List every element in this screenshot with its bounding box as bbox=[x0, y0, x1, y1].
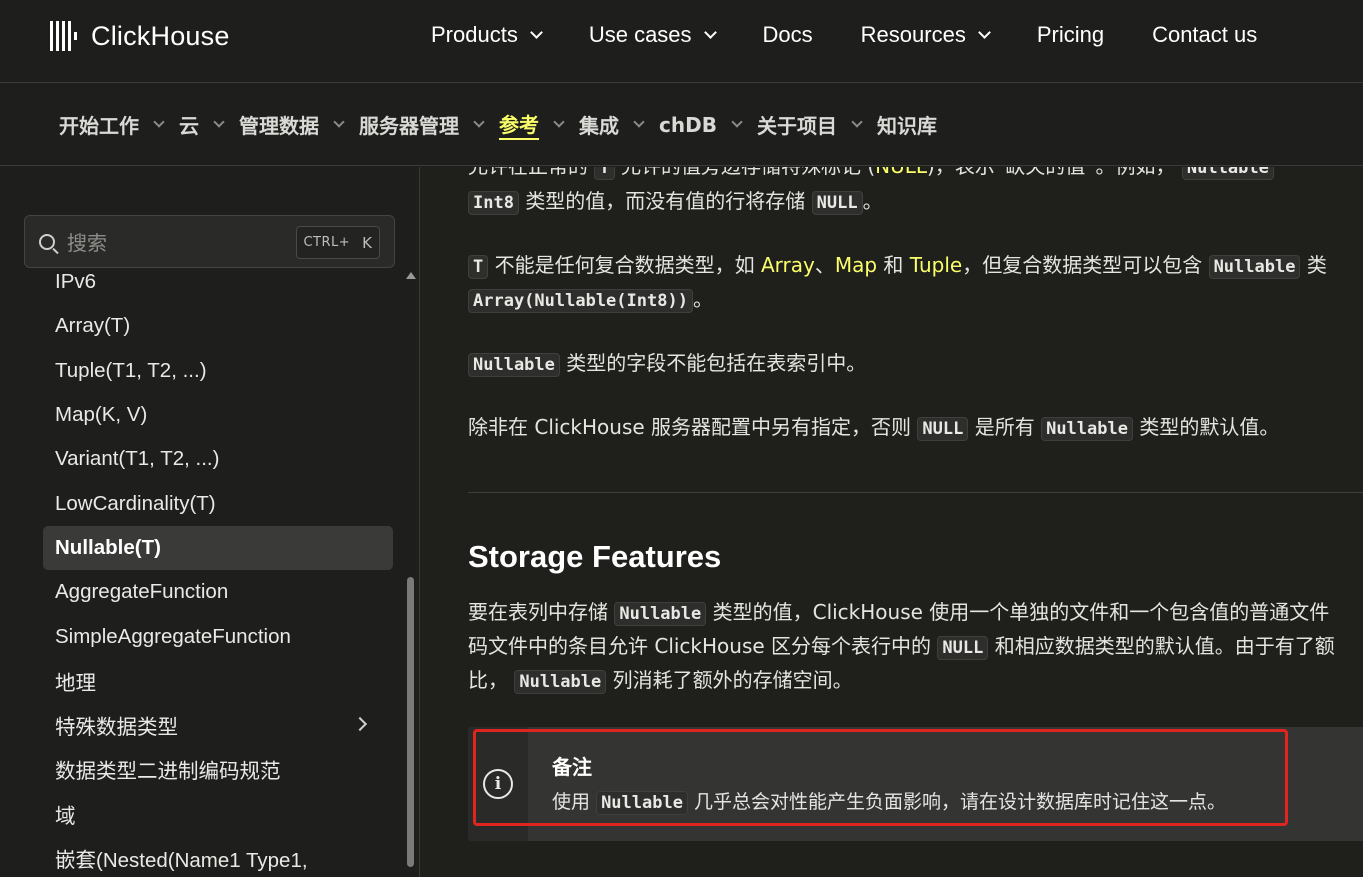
brand-name: ClickHouse bbox=[91, 20, 230, 51]
search-icon bbox=[39, 233, 55, 250]
sidebar-item-ipv6[interactable]: IPv6 bbox=[43, 260, 393, 304]
paragraph-composite-types: T 不能是任何复合数据类型，如 Array、Map 和 Tuple，但复合数据类… bbox=[468, 248, 1327, 284]
sidebar-item-tuple[interactable]: Tuple(T1, T2, ...) bbox=[43, 349, 393, 393]
sidebar-item-domains[interactable]: 域 bbox=[43, 792, 393, 836]
sidebar-item-aggregatefunction[interactable]: AggregateFunction bbox=[43, 570, 393, 614]
subnav-chdb[interactable]: chDB bbox=[659, 113, 743, 137]
sidebar-item-special-data-types[interactable]: 特殊数据类型 bbox=[43, 703, 393, 747]
paragraph-index: Nullable 类型的字段不能包括在表索引中。 bbox=[468, 346, 866, 382]
chevron-down-icon bbox=[731, 115, 743, 128]
main-nav: Products Use cases Docs Resources Pricin… bbox=[431, 22, 1305, 48]
annotation-highlight-box bbox=[473, 729, 1288, 826]
scroll-up-arrow-icon[interactable] bbox=[406, 272, 416, 279]
subnav-reference[interactable]: 参考 bbox=[499, 109, 565, 140]
chevron-down-icon bbox=[703, 25, 717, 39]
docs-sidebar: 搜索 CTRL+ K IPv6 Array(T) Tuple(T1, T2, ..… bbox=[0, 167, 420, 877]
subnav-manage-data[interactable]: 管理数据 bbox=[239, 110, 345, 139]
link-map[interactable]: Map bbox=[835, 253, 877, 277]
sidebar-scrollbar[interactable] bbox=[403, 267, 417, 877]
heading-storage-features: Storage Features bbox=[468, 539, 722, 574]
nav-docs[interactable]: Docs bbox=[763, 22, 813, 48]
link-tuple[interactable]: Tuple bbox=[910, 253, 962, 277]
paragraph-storage-2: 码文件中的条目允许 ClickHouse 区分每个表行中的 NULL 和相应数据… bbox=[468, 634, 1335, 660]
chevron-down-icon bbox=[213, 115, 225, 128]
sidebar-nav-list: IPv6 Array(T) Tuple(T1, T2, ...) Map(K, … bbox=[43, 260, 393, 877]
nav-use-cases[interactable]: Use cases bbox=[589, 22, 717, 48]
subnav-get-started[interactable]: 开始工作 bbox=[59, 110, 165, 139]
sidebar-item-variant[interactable]: Variant(T1, T2, ...) bbox=[43, 437, 393, 481]
chevron-down-icon bbox=[633, 115, 645, 128]
paragraph-storage-3: 比， Nullable 列消耗了额外的存储空间。 bbox=[468, 668, 853, 694]
link-array[interactable]: Array bbox=[761, 253, 815, 277]
sidebar-item-simpleaggregatefunction[interactable]: SimpleAggregateFunction bbox=[43, 614, 393, 658]
sidebar-item-lowcardinality[interactable]: LowCardinality(T) bbox=[43, 481, 393, 525]
chevron-down-icon bbox=[529, 25, 543, 39]
subnav-knowledge-base[interactable]: 知识库 bbox=[877, 110, 937, 139]
search-placeholder: 搜索 bbox=[67, 231, 107, 255]
doc-content: 允许在正常的 T 允许的值旁边存储特殊标记 (NULL)，表示“缺失的值”。例如… bbox=[421, 167, 1363, 877]
docs-subnav: 开始工作 云 管理数据 服务器管理 参考 集成 chDB 关于项目 知识库 bbox=[0, 84, 1363, 166]
clickhouse-logo[interactable]: ClickHouse bbox=[50, 20, 230, 52]
paragraph-storage-1: 要在表列中存储 Nullable 类型的值，ClickHouse 使用一个单独的… bbox=[468, 600, 1330, 626]
paragraph-composite-example: Array(Nullable(Int8))。 bbox=[468, 282, 713, 318]
chevron-down-icon bbox=[153, 115, 165, 128]
subnav-integrations[interactable]: 集成 bbox=[579, 110, 645, 139]
chevron-down-icon bbox=[553, 115, 565, 128]
chevron-down-icon bbox=[851, 115, 863, 128]
section-divider bbox=[468, 492, 1363, 493]
paragraph-intro-cont: Int8 类型的值，而没有值的行将存储 NULL。 bbox=[468, 184, 883, 220]
top-navbar: ClickHouse Products Use cases Docs Resou… bbox=[0, 0, 1363, 83]
nav-contact-us[interactable]: Contact us bbox=[1152, 22, 1257, 48]
scrollbar-thumb[interactable] bbox=[407, 577, 414, 867]
subnav-server-admin[interactable]: 服务器管理 bbox=[359, 110, 485, 139]
subnav-cloud[interactable]: 云 bbox=[179, 110, 225, 139]
subnav-about[interactable]: 关于项目 bbox=[757, 110, 863, 139]
clickhouse-logo-icon bbox=[50, 21, 77, 51]
paragraph-default-value: 除非在 ClickHouse 服务器配置中另有指定，否则 NULL 是所有 Nu… bbox=[468, 415, 1280, 441]
sidebar-item-nested[interactable]: 嵌套(Nested(Name1 Type1, bbox=[43, 836, 393, 877]
nav-resources[interactable]: Resources bbox=[861, 22, 991, 48]
paragraph-intro: 允许在正常的 T 允许的值旁边存储特殊标记 (NULL)，表示“缺失的值”。例如… bbox=[468, 167, 1274, 185]
chevron-down-icon bbox=[333, 115, 345, 128]
nav-products[interactable]: Products bbox=[431, 22, 543, 48]
chevron-down-icon bbox=[977, 25, 991, 39]
sidebar-item-map[interactable]: Map(K, V) bbox=[43, 393, 393, 437]
keyboard-shortcut-badge: CTRL+ K bbox=[296, 226, 380, 259]
sidebar-item-array[interactable]: Array(T) bbox=[43, 304, 393, 348]
chevron-right-icon[interactable] bbox=[352, 716, 368, 732]
sidebar-item-nullable[interactable]: Nullable(T) bbox=[43, 525, 393, 571]
nav-pricing[interactable]: Pricing bbox=[1037, 22, 1104, 48]
chevron-down-icon bbox=[473, 115, 485, 128]
sidebar-item-geo[interactable]: 地理 bbox=[43, 659, 393, 703]
sidebar-item-binary-encoding[interactable]: 数据类型二进制编码规范 bbox=[43, 747, 393, 791]
